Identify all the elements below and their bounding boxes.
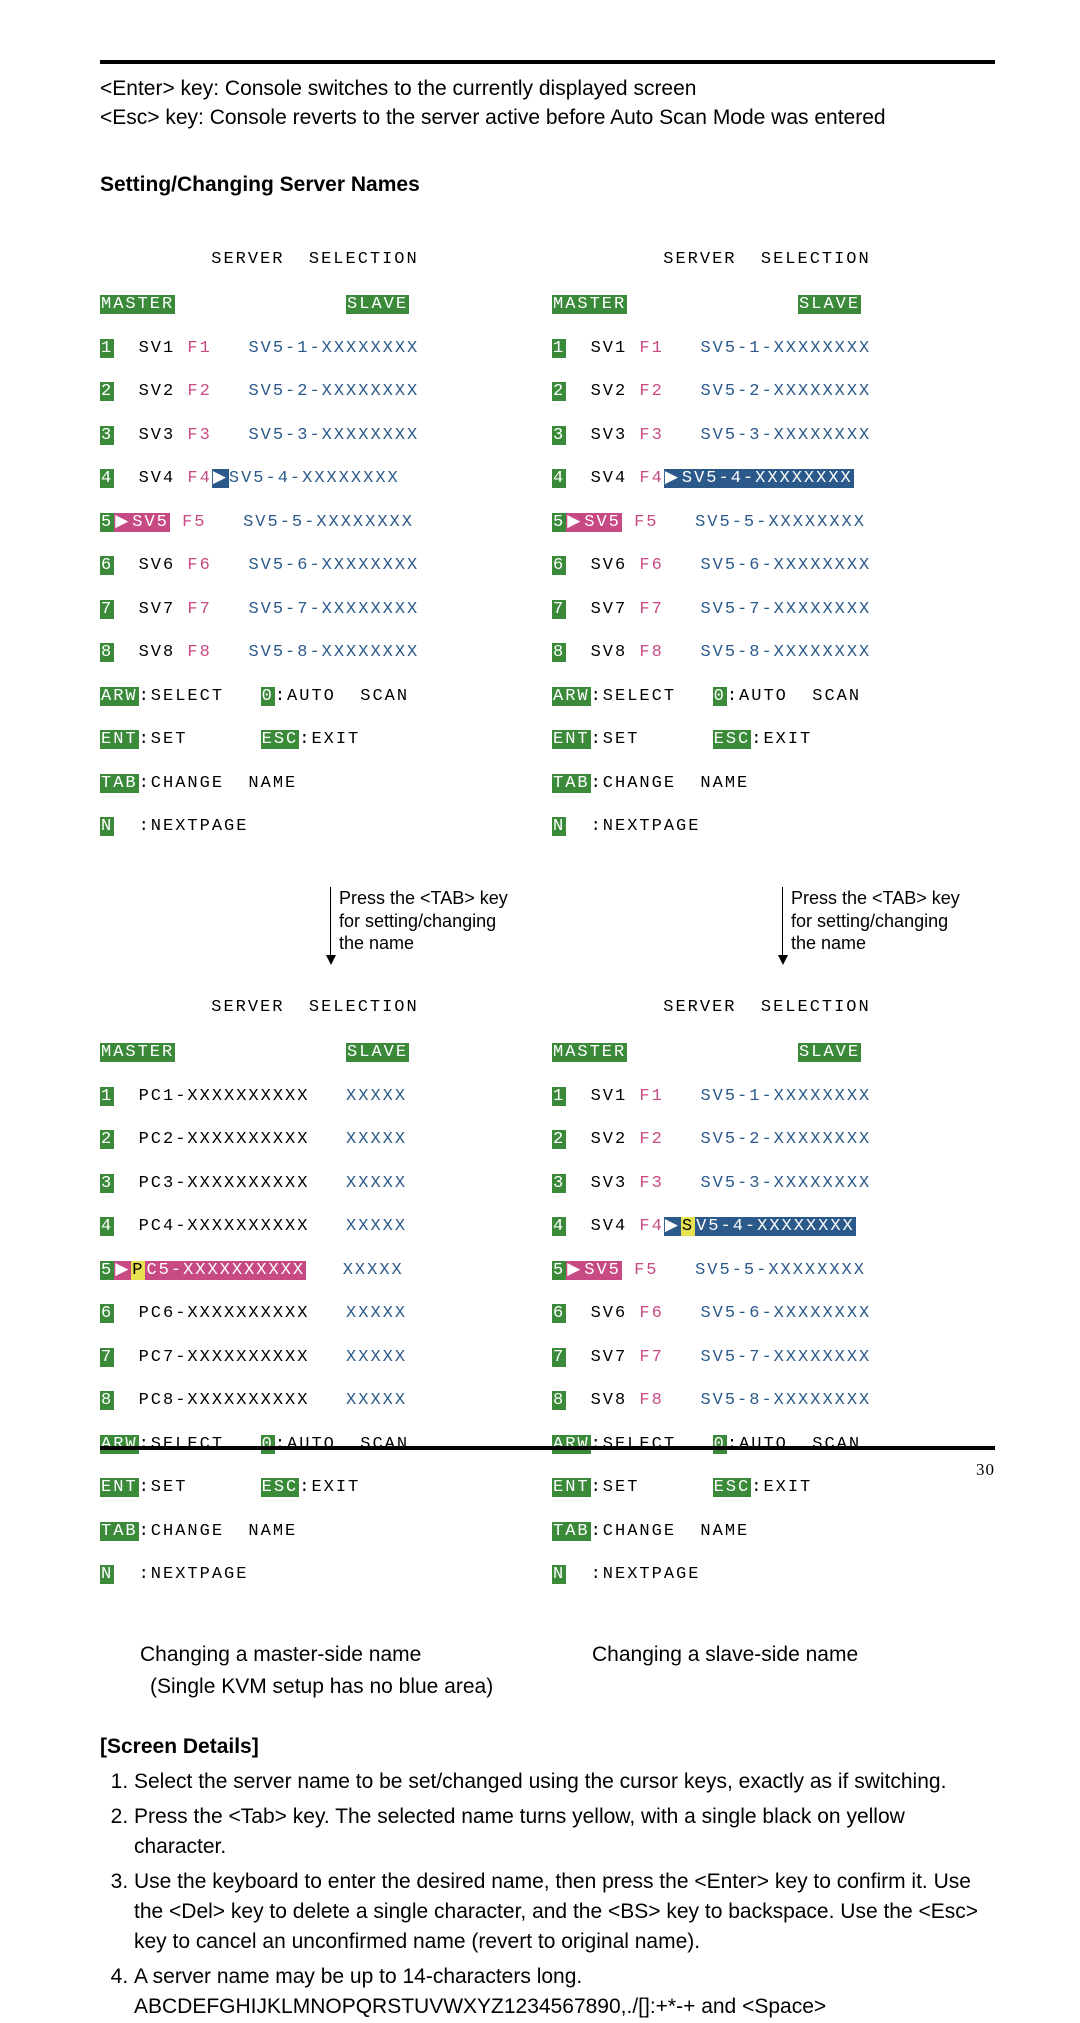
screen-details-heading: [Screen Details]	[100, 1735, 995, 1759]
intro-line-2: <Esc> key: Console reverts to the server…	[100, 103, 995, 132]
osd-slave-top: SERVER SELECTION MASTER SLAVE 1 SV1 F1 S…	[552, 225, 982, 882]
tab-note-left: Press the <TAB> key for setting/changing…	[330, 887, 530, 955]
osd-master-bottom: SERVER SELECTION MASTER SLAVE 1 PC1-XXXX…	[100, 973, 530, 1630]
hdr-master: MASTER	[100, 295, 175, 314]
screen-details-list: Select the server name to be set/changed…	[100, 1767, 995, 2023]
caption-slave: Changing a slave-side name	[552, 1643, 982, 1667]
osd-master-top: SERVER SELECTION MASTER SLAVE 1 SV1 F1 S…	[100, 225, 530, 882]
tab-note-right: Press the <TAB> key for setting/changing…	[782, 887, 982, 955]
caption-master-1: Changing a master-side name	[100, 1643, 530, 1667]
detail-item: Select the server name to be set/changed…	[134, 1767, 995, 1797]
osd-title: SERVER SELECTION	[100, 247, 530, 273]
sel-row: SV5	[131, 513, 170, 532]
hdr-slave: SLAVE	[346, 295, 409, 314]
bottom-rule	[100, 1446, 995, 1450]
caption-master-2: (Single KVM setup has no blue area)	[100, 1675, 530, 1699]
detail-item: Press the <Tab> key. The selected name t…	[134, 1802, 995, 1863]
subheading: Setting/Changing Server Names	[100, 173, 995, 197]
detail-item: A server name may be up to 14-characters…	[134, 1962, 995, 2023]
osd-slave-bottom: SERVER SELECTION MASTER SLAVE 1 SV1 F1 S…	[552, 973, 982, 1630]
intro-line-1: <Enter> key: Console switches to the cur…	[100, 74, 995, 103]
detail-item: Use the keyboard to enter the desired na…	[134, 1867, 995, 1958]
top-rule	[100, 60, 995, 64]
page-number: 30	[100, 1460, 995, 1480]
edit-row: C5-XXXXXXXXXX	[145, 1261, 306, 1280]
